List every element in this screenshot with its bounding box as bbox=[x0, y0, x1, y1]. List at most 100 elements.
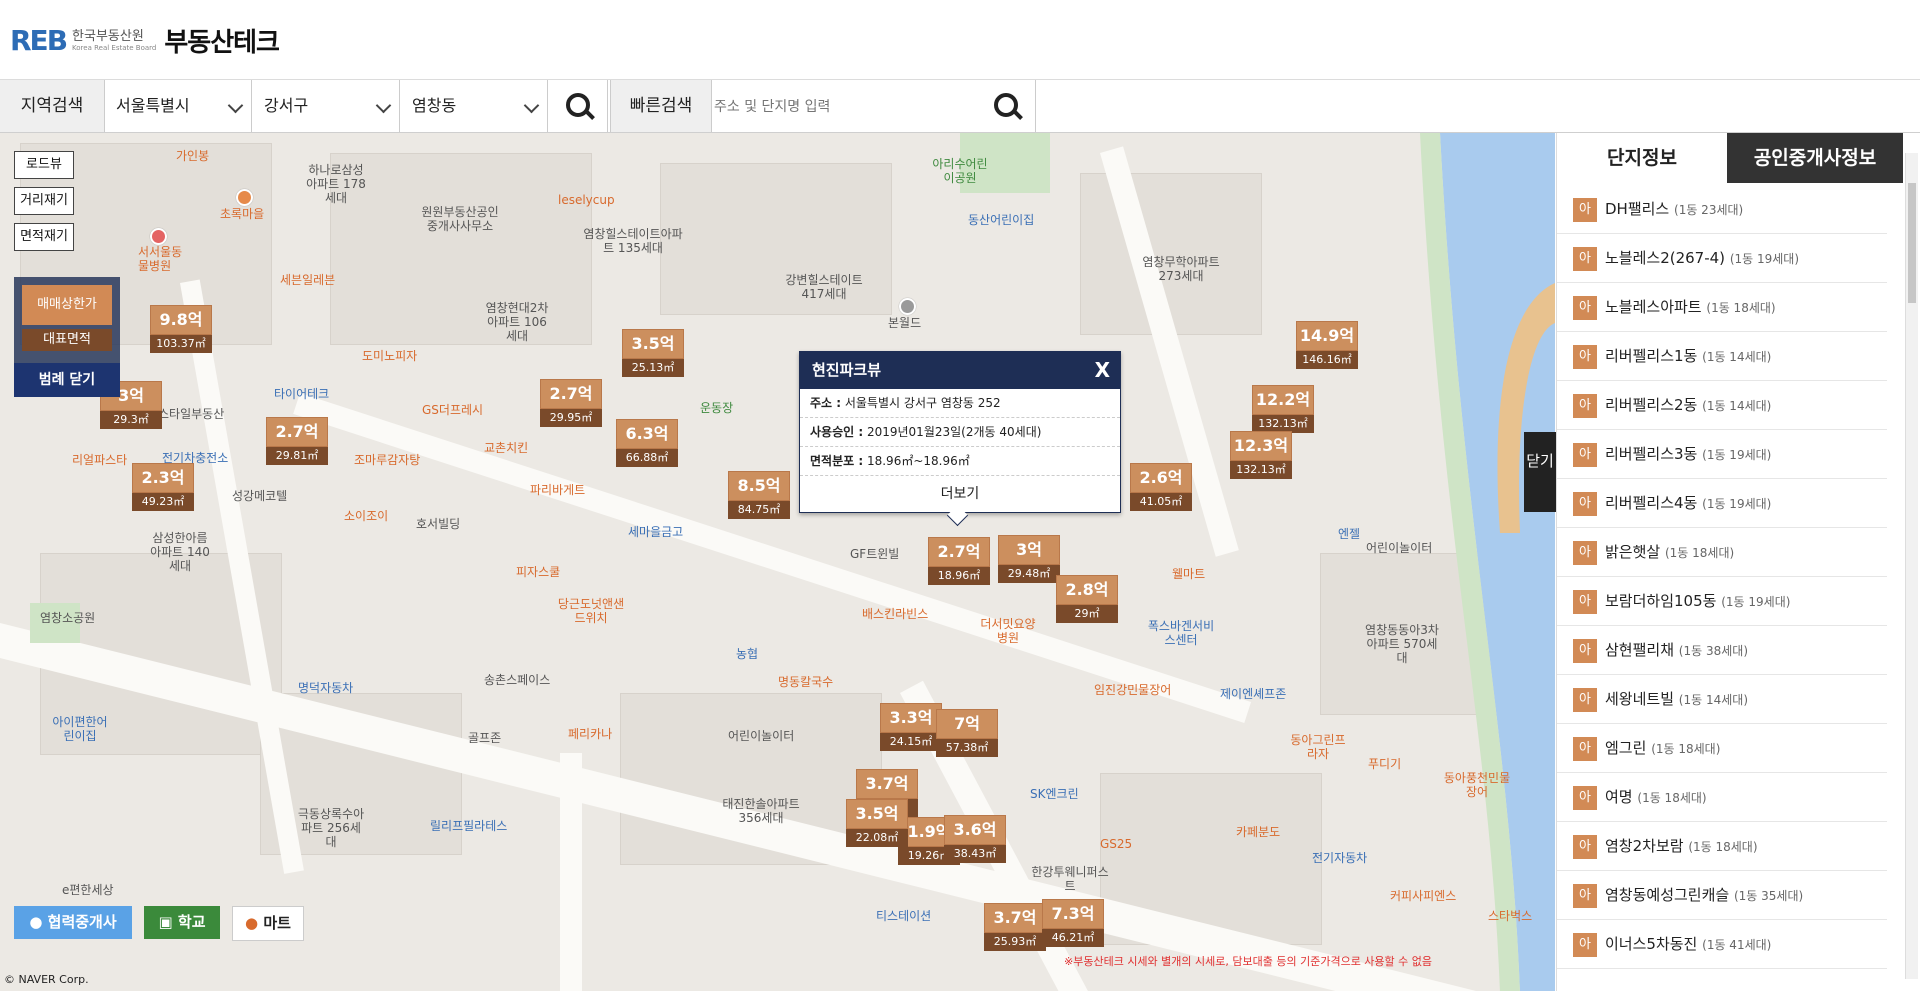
list-item[interactable]: 아 리버펠리스3동 (1동 19세대) bbox=[1557, 430, 1887, 479]
list-item[interactable]: 아 리버펠리스1동 (1동 14세대) bbox=[1557, 332, 1887, 381]
price-marker[interactable]: 8.5억 84.75㎡ bbox=[728, 471, 790, 521]
price-marker[interactable]: 3.5억 22.08㎡ bbox=[846, 799, 908, 849]
quick-search-button[interactable] bbox=[976, 80, 1036, 132]
poi-label: 파리바게트 bbox=[530, 483, 586, 497]
price-marker[interactable]: 2.6억 41.05㎡ bbox=[1130, 463, 1192, 513]
list-item[interactable]: 아 DH팰리스 (1동 23세대) bbox=[1557, 185, 1887, 234]
poi-label: 원원부동산공인중개사사무소 bbox=[421, 205, 499, 233]
logo-org-korean: 한국부동산원 bbox=[72, 28, 144, 44]
agent-filter-button[interactable]: ● 협력중개사 bbox=[14, 906, 132, 939]
school-filter-button[interactable]: ▣ 학교 bbox=[144, 906, 220, 939]
poi-label: 피자스쿨 bbox=[516, 565, 561, 579]
list-item[interactable]: 아 염창동예성그린캐슬 (1동 35세대) bbox=[1557, 871, 1887, 920]
price-marker[interactable]: 2.3억 49.23㎡ bbox=[132, 463, 194, 513]
list-item[interactable]: 아 여명 (1동 18세대) bbox=[1557, 773, 1887, 822]
map-block bbox=[330, 153, 592, 345]
apartment-badge: 아 bbox=[1573, 932, 1597, 957]
roadview-button[interactable]: 로드뷰 bbox=[14, 151, 74, 179]
price-marker[interactable]: 6.3억 66.88㎡ bbox=[616, 419, 678, 469]
poi-label: 염창소공원 bbox=[40, 611, 96, 625]
list-item[interactable]: 아 리버펠리스4동 (1동 19세대) bbox=[1557, 479, 1887, 528]
list-item[interactable]: 아 염창2차보람 (1동 18세대) bbox=[1557, 822, 1887, 871]
poi-label: 명덕자동차 bbox=[298, 681, 354, 695]
chevron-down-icon bbox=[375, 97, 392, 114]
list-item[interactable]: 아 보람더하임105동 (1동 19세대) bbox=[1557, 577, 1887, 626]
popup-close-button[interactable]: X bbox=[1095, 352, 1110, 389]
apartment-badge: 아 bbox=[1573, 442, 1597, 467]
poi-label: 스타일부동산 bbox=[158, 407, 225, 421]
price-marker[interactable]: 3.7억 25.93㎡ bbox=[984, 903, 1046, 953]
district-select[interactable]: 강서구 bbox=[252, 80, 400, 132]
price-marker[interactable]: 7.3억 46.21㎡ bbox=[1042, 899, 1104, 949]
poi-label: 삼성한아름아파트 140세대 bbox=[150, 531, 210, 573]
cart-icon: ● bbox=[245, 914, 259, 932]
price-marker[interactable]: 3.5억 25.13㎡ bbox=[622, 329, 684, 379]
apartment-badge: 아 bbox=[1573, 687, 1597, 712]
list-item[interactable]: 아 노블레스아파트 (1동 18세대) bbox=[1557, 283, 1887, 332]
tab-agent-info[interactable]: 공인중개사정보 bbox=[1727, 133, 1903, 183]
tab-complex-info[interactable]: 단지정보 bbox=[1557, 133, 1727, 183]
poi-label: 초록마을 bbox=[220, 207, 265, 221]
district-select-value: 강서구 bbox=[264, 96, 309, 115]
list-item[interactable]: 아 삼현팰리채 (1동 38세대) bbox=[1557, 626, 1887, 675]
poi-label: 염창힐스테이트아파트 135세대 bbox=[583, 227, 683, 255]
popup-title: 현진파크뷰 bbox=[812, 361, 882, 379]
site-logo[interactable]: REB 한국부동산원 Korea Real Estate Board 부동산테크 bbox=[10, 22, 280, 59]
price-marker[interactable]: 14.9억 146.16㎡ bbox=[1296, 321, 1358, 371]
city-select[interactable]: 서울특별시 bbox=[104, 80, 252, 132]
price-marker[interactable]: 9.8억 103.37㎡ bbox=[150, 305, 212, 355]
search-bar: 지역검색 서울특별시 강서구 염창동 빠른검색 bbox=[0, 80, 1920, 133]
quick-search-input[interactable] bbox=[712, 90, 976, 124]
poi-label: 카페분도 bbox=[1236, 825, 1281, 839]
poi-label: 염창현대2차아파트 106세대 bbox=[485, 301, 549, 343]
price-marker[interactable]: 2.8억 29㎡ bbox=[1056, 575, 1118, 625]
poi-label: 운동장 bbox=[700, 401, 734, 415]
price-marker[interactable]: 2.7억 29.95㎡ bbox=[540, 379, 602, 429]
price-marker[interactable]: 3.6억 38.43㎡ bbox=[944, 815, 1006, 865]
poi-label: 커피사피엔스 bbox=[1390, 889, 1457, 903]
person-icon: ● bbox=[29, 913, 43, 931]
poi-label: 본월드 bbox=[888, 316, 922, 330]
price-marker[interactable]: 3.3억 24.15㎡ bbox=[880, 703, 942, 753]
poi-label: 염창동동아3차아파트 570세대 bbox=[1365, 623, 1439, 665]
poi-label: 가인봉 bbox=[176, 149, 210, 163]
mart-filter-button[interactable]: ● 마트 bbox=[232, 906, 304, 941]
area-measure-button[interactable]: 면적재기 bbox=[14, 223, 74, 251]
dong-select[interactable]: 염창동 bbox=[400, 80, 548, 132]
legend-close-button[interactable]: 범례 닫기 bbox=[14, 363, 120, 397]
popup-address-row: 주소 : 서울특별시 강서구 염창동 252 bbox=[800, 389, 1120, 418]
list-item[interactable]: 아 밝은햇살 (1동 18세대) bbox=[1557, 528, 1887, 577]
price-marker[interactable]: 7억 57.38㎡ bbox=[936, 709, 998, 759]
poi-label: 세마을금고 bbox=[628, 525, 684, 539]
price-marker[interactable]: 12.2억 132.13㎡ bbox=[1252, 385, 1314, 435]
poi-label: 타이어테크 bbox=[274, 387, 330, 401]
map-area[interactable]: 가인봉 초록마을 서서울동물병원 세븐일레븐 하나로삼성아파트 178세대 원원… bbox=[0, 133, 1555, 991]
poi-label: 리얼파스타 bbox=[72, 453, 128, 467]
price-marker[interactable]: 2.7억 18.96㎡ bbox=[928, 537, 990, 587]
poi-label: 당근도넛앤샌드위치 bbox=[557, 597, 625, 625]
price-marker[interactable]: 12.3억 132.13㎡ bbox=[1230, 431, 1292, 481]
price-marker[interactable]: 2.7억 29.81㎡ bbox=[266, 417, 328, 467]
distance-measure-button[interactable]: 거리재기 bbox=[14, 187, 74, 215]
list-item[interactable]: 아 엠그린 (1동 18세대) bbox=[1557, 724, 1887, 773]
scrollbar-thumb[interactable] bbox=[1908, 183, 1916, 303]
panel-close-tab[interactable]: 닫기 bbox=[1524, 432, 1556, 512]
poi-label: 배스킨라빈스 bbox=[862, 607, 929, 621]
complex-list: 아 DH팰리스 (1동 23세대) 아 노블레스2(267-4) (1동 19세대)… bbox=[1557, 185, 1887, 969]
apartment-badge: 아 bbox=[1573, 785, 1597, 810]
list-item[interactable]: 아 이너스5차동진 (1동 41세대) bbox=[1557, 920, 1887, 969]
poi-label: 송촌스페이스 bbox=[484, 673, 551, 687]
panel-scrollbar[interactable] bbox=[1905, 153, 1918, 979]
restaurant-icon bbox=[236, 189, 253, 206]
list-item[interactable]: 아 리버펠리스2동 (1동 14세대) bbox=[1557, 381, 1887, 430]
price-marker[interactable]: 3억 29.48㎡ bbox=[998, 535, 1060, 585]
poi-label: 강변힐스테이트 417세대 bbox=[785, 273, 863, 301]
map-copyright: © NAVER Corp. bbox=[4, 973, 89, 986]
poi-label: 전기자동차 bbox=[1312, 851, 1368, 865]
apartment-badge: 아 bbox=[1573, 197, 1597, 222]
list-item[interactable]: 아 노블레스2(267-4) (1동 19세대) bbox=[1557, 234, 1887, 283]
apartment-badge: 아 bbox=[1573, 393, 1597, 418]
poi-label: 더서밋요양병원 bbox=[980, 617, 1036, 645]
region-search-button[interactable] bbox=[548, 80, 608, 132]
list-item[interactable]: 아 세왕네트빌 (1동 14세대) bbox=[1557, 675, 1887, 724]
